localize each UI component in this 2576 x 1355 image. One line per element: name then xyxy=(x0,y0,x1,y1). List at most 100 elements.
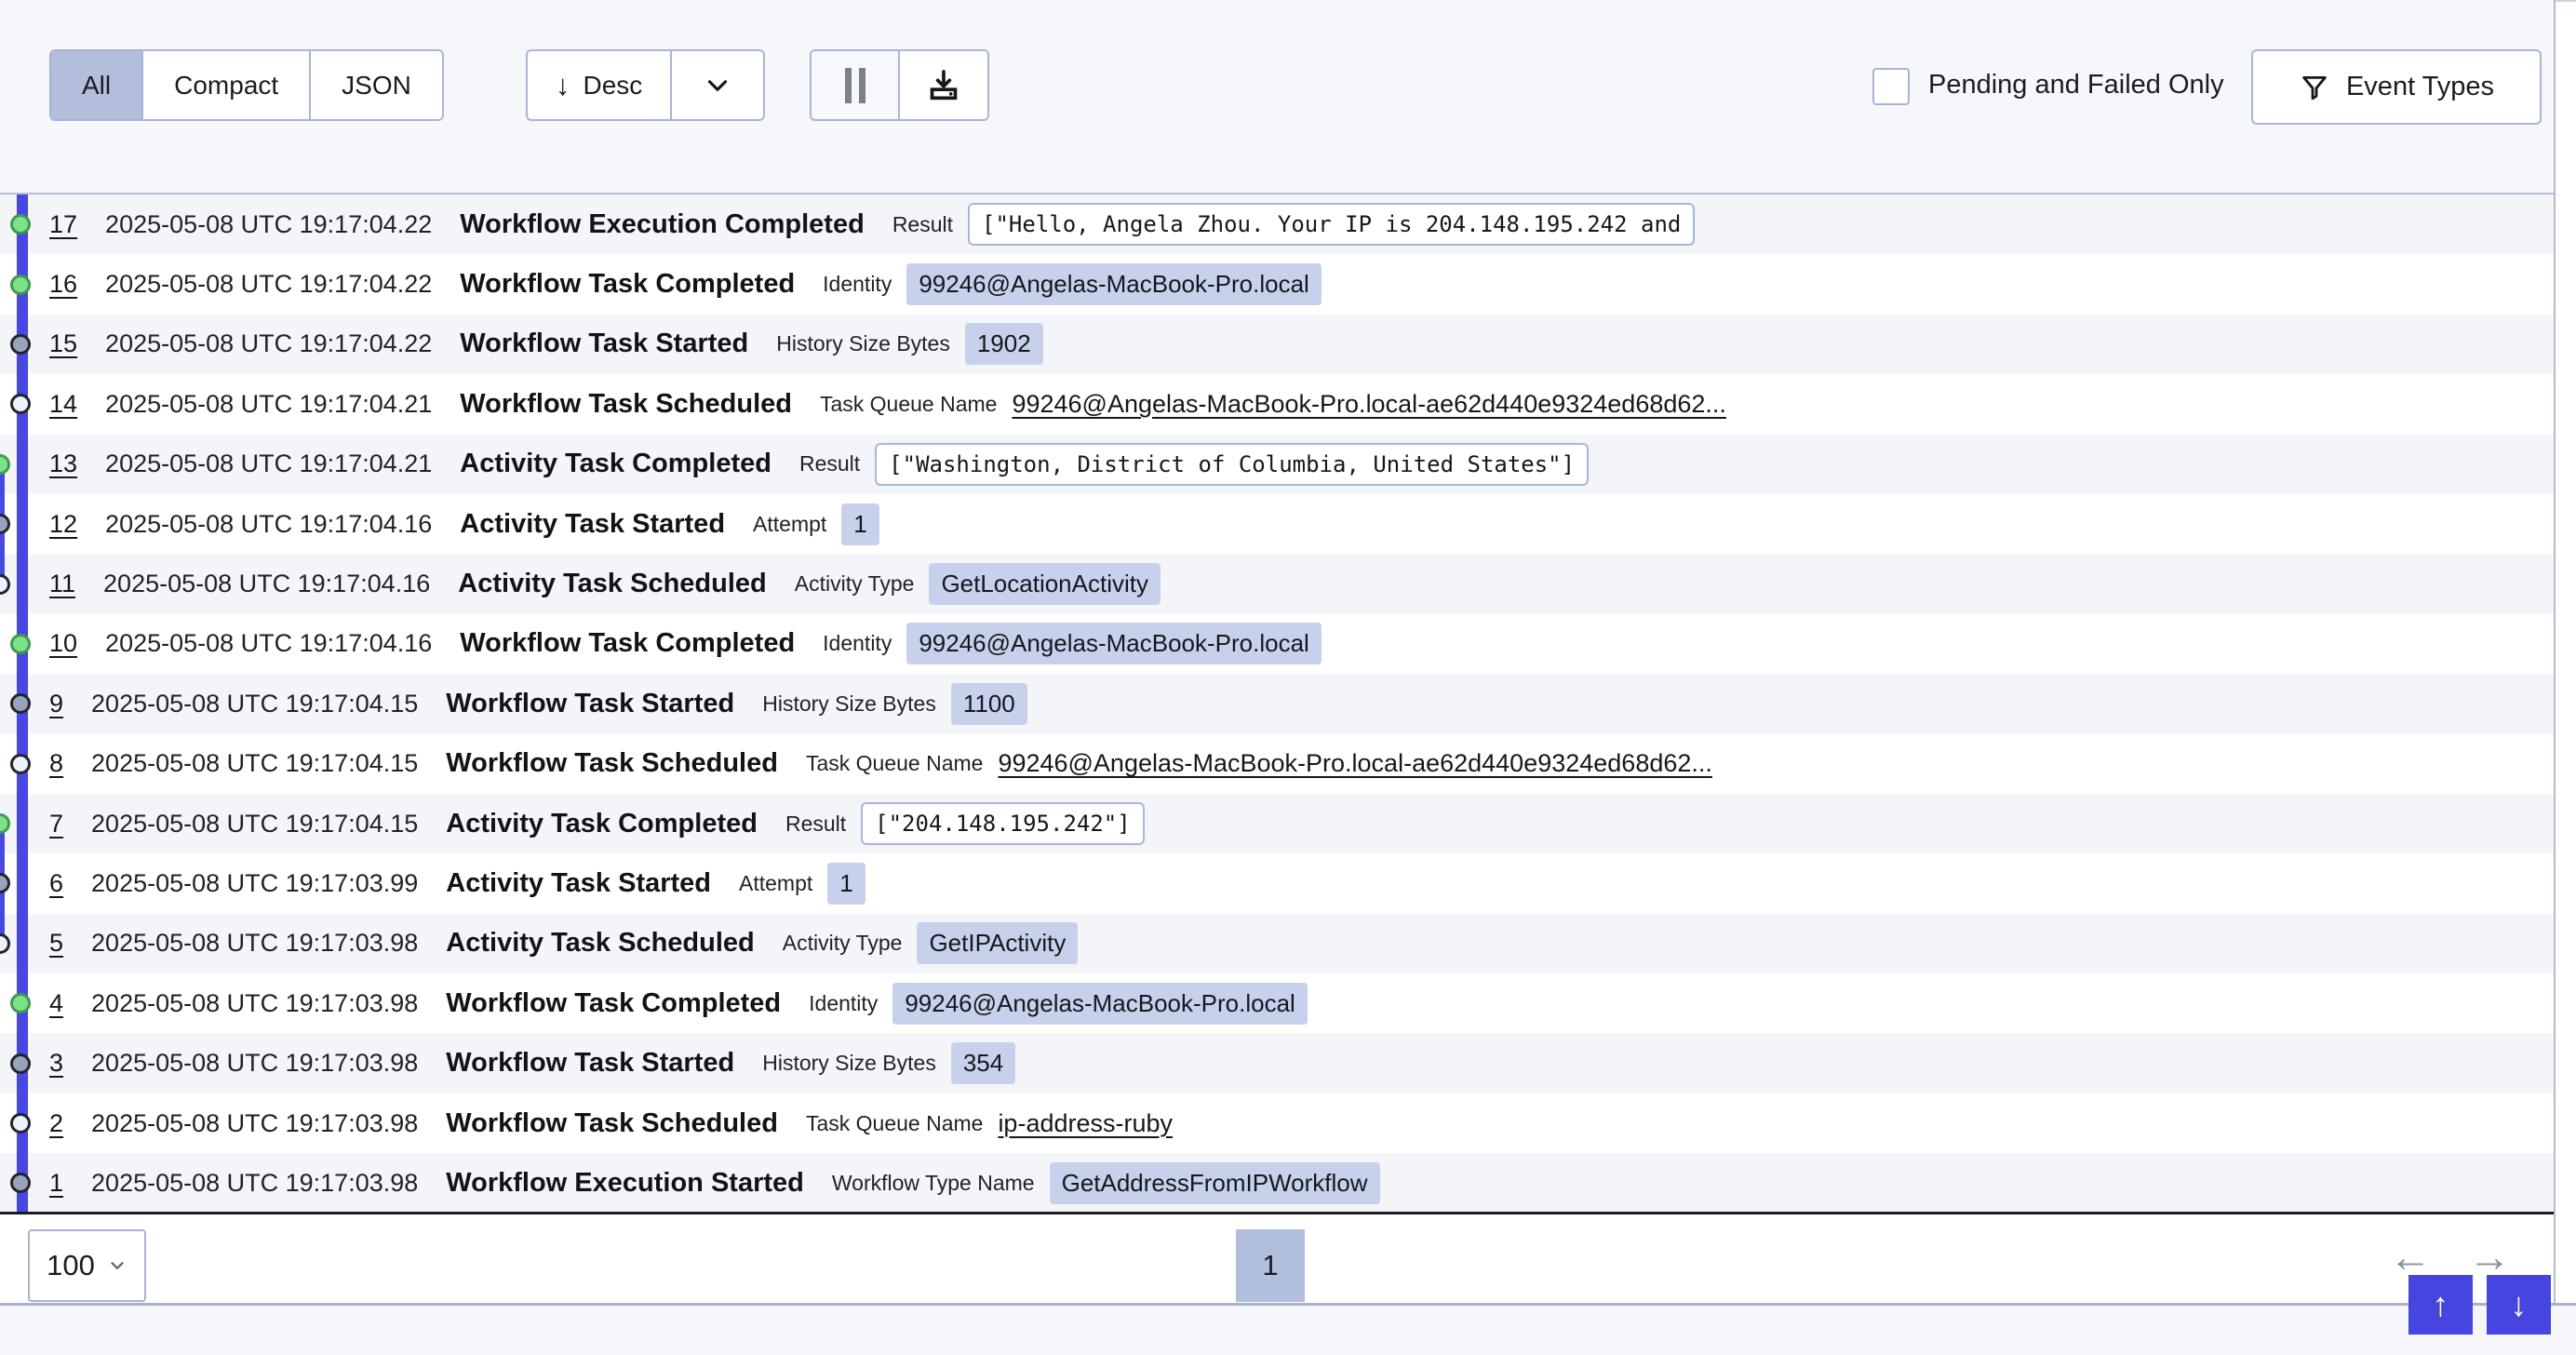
event-timestamp: 2025-05-08 UTC 19:17:04.21 xyxy=(105,449,432,478)
event-detail-label: Attempt xyxy=(753,512,826,537)
event-id-link[interactable]: 2 xyxy=(49,1109,63,1138)
event-type: Activity Task Started xyxy=(460,509,725,540)
event-types-button[interactable]: Event Types xyxy=(2251,49,2542,125)
event-table: 17 2025-05-08 UTC 19:17:04.22 Workflow E… xyxy=(0,193,2555,1214)
event-detail-value[interactable]: 99246@Angelas-MacBook-Pro.local-ae62d440… xyxy=(1012,390,1725,419)
event-detail-value: 1902 xyxy=(965,323,1043,365)
arrow-down-icon: ↓ xyxy=(556,71,570,100)
event-status-dot xyxy=(10,1053,31,1074)
event-row[interactable]: 7 2025-05-08 UTC 19:17:04.15 Activity Ta… xyxy=(0,794,2555,853)
event-row[interactable]: 3 2025-05-08 UTC 19:17:03.98 Workflow Ta… xyxy=(0,1033,2555,1093)
event-type: Workflow Task Completed xyxy=(446,988,781,1019)
event-id-link[interactable]: 6 xyxy=(49,869,63,898)
event-id-link[interactable]: 15 xyxy=(49,329,77,358)
event-detail-label: Task Queue Name xyxy=(820,392,997,417)
view-toggle-group: All Compact JSON xyxy=(49,49,444,121)
event-row[interactable]: 13 2025-05-08 UTC 19:17:04.21 Activity T… xyxy=(0,435,2555,494)
event-row[interactable]: 1 2025-05-08 UTC 19:17:03.98 Workflow Ex… xyxy=(0,1153,2555,1213)
event-timestamp: 2025-05-08 UTC 19:17:03.98 xyxy=(91,1049,418,1078)
event-row[interactable]: 16 2025-05-08 UTC 19:17:04.22 Workflow T… xyxy=(0,254,2555,314)
event-row[interactable]: 15 2025-05-08 UTC 19:17:04.22 Workflow T… xyxy=(0,315,2555,374)
event-timestamp: 2025-05-08 UTC 19:17:03.99 xyxy=(91,869,418,898)
event-detail-label: Identity xyxy=(823,272,892,297)
event-id-link[interactable]: 9 xyxy=(49,690,63,718)
event-id-link[interactable]: 7 xyxy=(49,810,63,838)
page-number-button[interactable]: 1 xyxy=(1236,1229,1305,1302)
arrow-left-icon: ← xyxy=(2389,1231,2432,1281)
event-status-dot xyxy=(0,933,10,954)
event-status-dot xyxy=(0,574,10,595)
event-detail-label: History Size Bytes xyxy=(762,691,936,717)
page-size-select[interactable]: 100 xyxy=(28,1229,146,1302)
event-detail-value: ["204.148.195.242"] xyxy=(861,802,1145,845)
event-status-dot xyxy=(10,275,31,295)
arrow-down-icon: ↓ xyxy=(2511,1285,2528,1324)
event-row[interactable]: 17 2025-05-08 UTC 19:17:04.22 Workflow E… xyxy=(0,195,2555,254)
tab-json[interactable]: JSON xyxy=(309,51,442,119)
event-id-link[interactable]: 17 xyxy=(49,210,77,239)
event-detail-value: 99246@Angelas-MacBook-Pro.local xyxy=(906,623,1322,664)
event-row[interactable]: 6 2025-05-08 UTC 19:17:03.99 Activity Ta… xyxy=(0,853,2555,913)
event-status-dot xyxy=(0,873,10,893)
event-detail-value: 99246@Angelas-MacBook-Pro.local xyxy=(906,263,1322,305)
event-type: Workflow Execution Completed xyxy=(460,209,865,240)
event-id-link[interactable]: 8 xyxy=(49,749,63,778)
pause-button[interactable] xyxy=(812,51,898,119)
event-row[interactable]: 10 2025-05-08 UTC 19:17:04.16 Workflow T… xyxy=(0,614,2555,674)
timeline-line xyxy=(17,914,28,973)
event-status-dot xyxy=(10,334,31,355)
arrow-right-icon: → xyxy=(2468,1231,2511,1281)
event-row[interactable]: 12 2025-05-08 UTC 19:17:04.16 Activity T… xyxy=(0,494,2555,554)
pending-failed-checkbox[interactable] xyxy=(1872,68,1910,105)
event-id-link[interactable]: 13 xyxy=(49,449,77,478)
event-type: Workflow Task Scheduled xyxy=(446,748,778,779)
scroll-to-top-button[interactable]: ↑ xyxy=(2408,1275,2473,1335)
sort-button-group: ↓ Desc xyxy=(526,49,765,121)
event-id-link[interactable]: 3 xyxy=(49,1049,63,1078)
event-timestamp: 2025-05-08 UTC 19:17:04.16 xyxy=(105,510,432,539)
event-type: Workflow Task Scheduled xyxy=(460,389,792,420)
pause-icon xyxy=(859,68,865,103)
event-timestamp: 2025-05-08 UTC 19:17:04.15 xyxy=(91,690,418,718)
scroll-to-bottom-button[interactable]: ↓ xyxy=(2487,1275,2551,1335)
event-status-dot xyxy=(0,813,10,834)
pending-failed-checkbox-label: Pending and Failed Only xyxy=(1928,49,2224,121)
event-row[interactable]: 8 2025-05-08 UTC 19:17:04.15 Workflow Ta… xyxy=(0,734,2555,794)
tab-all[interactable]: All xyxy=(51,51,141,119)
event-status-dot xyxy=(0,454,10,475)
event-timestamp: 2025-05-08 UTC 19:17:04.15 xyxy=(91,810,418,838)
event-id-link[interactable]: 16 xyxy=(49,270,77,299)
event-timestamp: 2025-05-08 UTC 19:17:04.22 xyxy=(105,329,432,358)
event-type: Activity Task Completed xyxy=(460,449,771,479)
page-size-value: 100 xyxy=(47,1249,95,1282)
event-detail-label: Activity Type xyxy=(795,571,915,597)
event-row[interactable]: 9 2025-05-08 UTC 19:17:04.15 Workflow Ta… xyxy=(0,674,2555,733)
event-id-link[interactable]: 11 xyxy=(49,570,75,598)
event-id-link[interactable]: 5 xyxy=(49,929,63,958)
event-detail-value: 1 xyxy=(827,863,865,905)
event-id-link[interactable]: 4 xyxy=(49,989,63,1018)
event-detail-label: History Size Bytes xyxy=(776,331,950,356)
footer-bar xyxy=(0,1303,2576,1355)
event-detail-label: Result xyxy=(892,212,953,237)
event-row[interactable]: 5 2025-05-08 UTC 19:17:03.98 Activity Ta… xyxy=(0,914,2555,973)
event-id-link[interactable]: 12 xyxy=(49,510,77,539)
event-detail-value[interactable]: 99246@Angelas-MacBook-Pro.local-ae62d440… xyxy=(998,749,1711,778)
event-row[interactable]: 14 2025-05-08 UTC 19:17:04.21 Workflow T… xyxy=(0,374,2555,434)
sort-label: Desc xyxy=(584,71,643,101)
chevron-down-icon xyxy=(702,70,733,101)
event-detail-label: Identity xyxy=(823,631,892,656)
download-button[interactable] xyxy=(898,51,987,119)
event-type: Workflow Task Started xyxy=(446,1048,734,1079)
sort-desc-button[interactable]: ↓ Desc xyxy=(528,51,670,119)
event-row[interactable]: 11 2025-05-08 UTC 19:17:04.16 Activity T… xyxy=(0,554,2555,613)
event-id-link[interactable]: 14 xyxy=(49,390,77,419)
event-row[interactable]: 4 2025-05-08 UTC 19:17:03.98 Workflow Ta… xyxy=(0,973,2555,1033)
event-detail-value[interactable]: ip-address-ruby xyxy=(998,1109,1173,1138)
event-row[interactable]: 2 2025-05-08 UTC 19:17:03.98 Workflow Ta… xyxy=(0,1093,2555,1153)
tab-compact[interactable]: Compact xyxy=(141,51,309,119)
event-id-link[interactable]: 10 xyxy=(49,629,77,658)
sort-dropdown-button[interactable] xyxy=(670,51,763,119)
event-id-link[interactable]: 1 xyxy=(49,1169,63,1198)
event-status-dot xyxy=(0,514,10,534)
